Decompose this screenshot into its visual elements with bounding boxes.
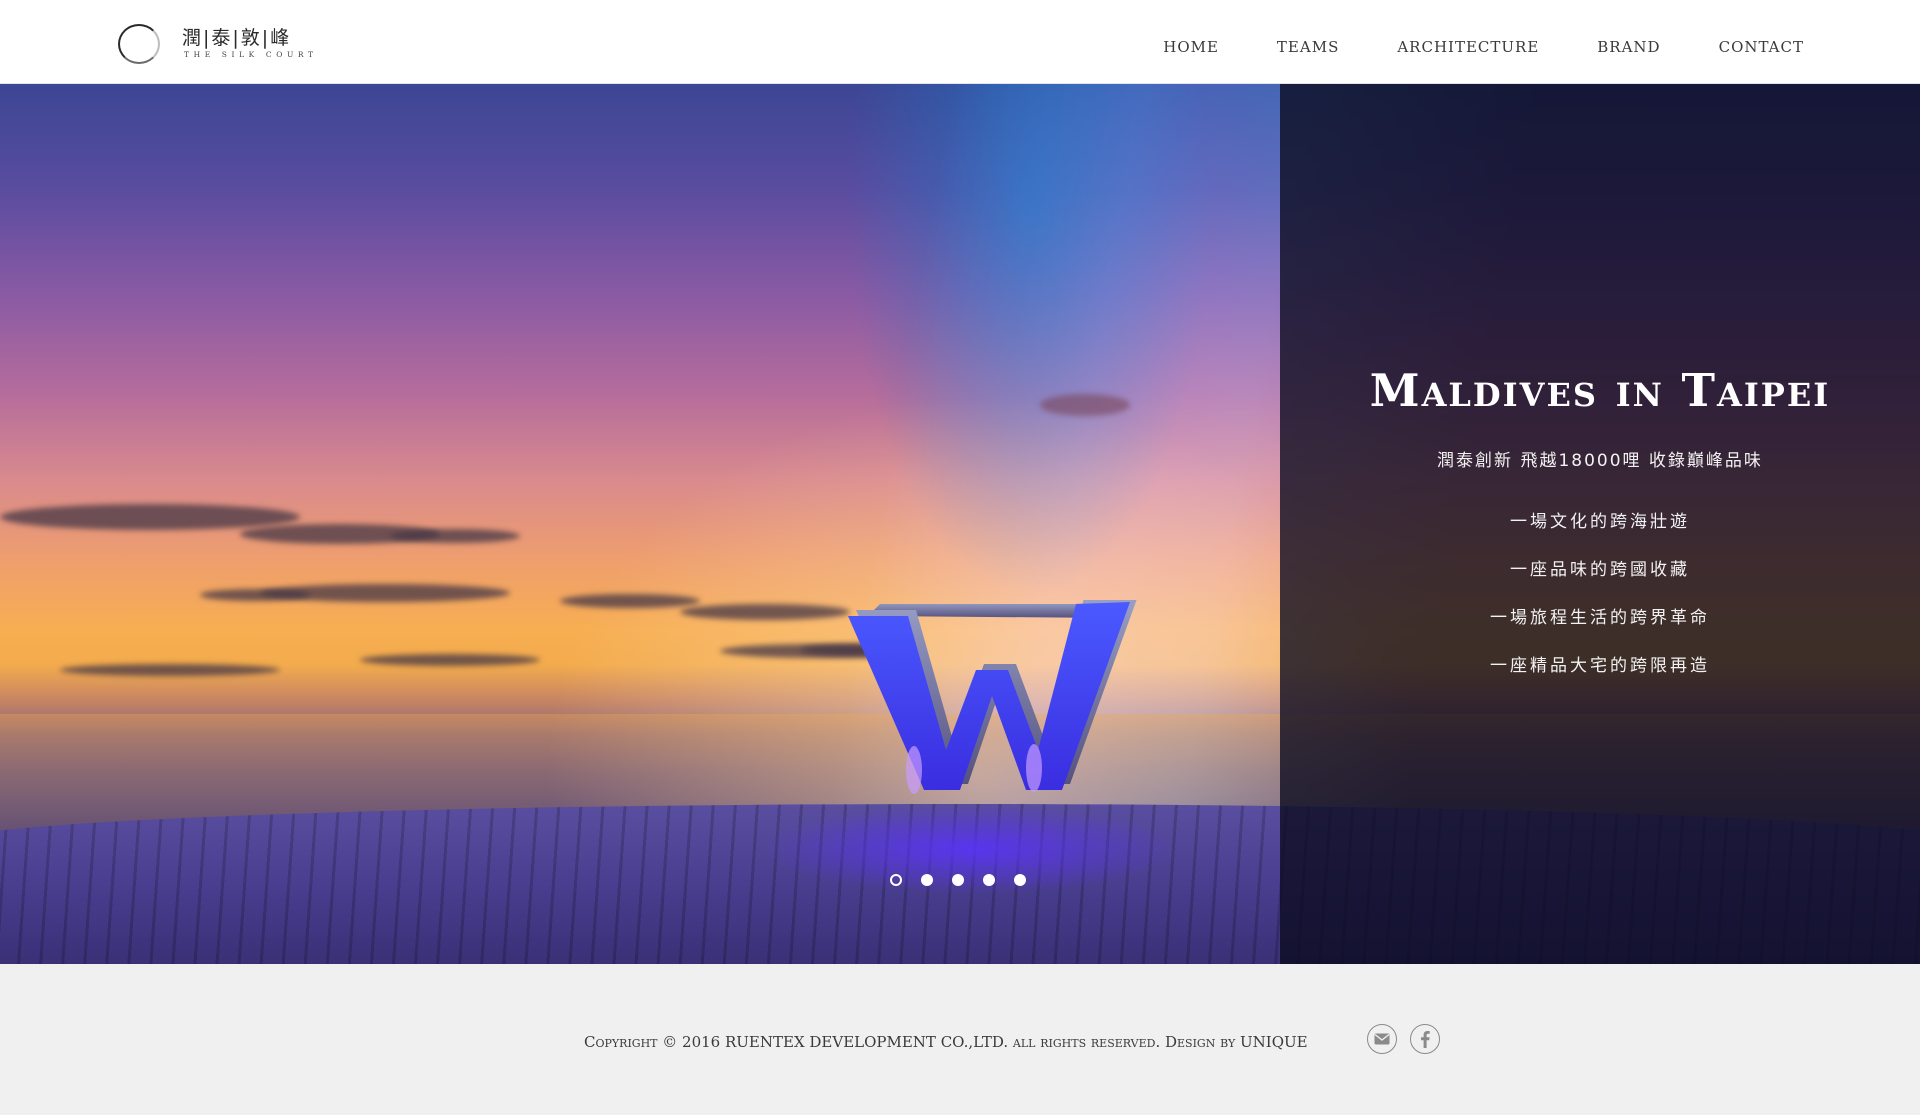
cloud	[1040, 394, 1130, 416]
slider-pagination	[890, 874, 1026, 886]
slider-dot-4[interactable]	[983, 874, 995, 886]
mail-icon[interactable]	[1367, 1024, 1397, 1054]
nav-teams[interactable]: TEAMS	[1277, 38, 1339, 56]
cloud	[200, 589, 310, 601]
slider-dot-5[interactable]	[1014, 874, 1026, 886]
cloud	[390, 529, 520, 543]
w-sculpture	[848, 600, 1137, 794]
copyright-text: Copyright © 2016 RUENTEX DEVELOPMENT CO.…	[584, 1033, 1308, 1051]
facebook-icon[interactable]	[1410, 1024, 1440, 1054]
hero-title: Maldives in Taipei	[1369, 364, 1831, 417]
site-footer: Copyright © 2016 RUENTEX DEVELOPMENT CO.…	[0, 964, 1920, 1115]
cloud	[680, 604, 850, 620]
nav-architecture[interactable]: ARCHITECTURE	[1397, 38, 1539, 56]
hero-line: 一場文化的跨海壯遊	[1510, 512, 1690, 532]
slider-dot-1[interactable]	[890, 874, 902, 886]
nav-contact[interactable]: CONTACT	[1719, 38, 1804, 56]
hero-line: 一座品味的跨國收藏	[1510, 560, 1690, 580]
cloud	[360, 654, 540, 666]
hero-lines: 一場文化的跨海壯遊 一座品味的跨國收藏 一場旅程生活的跨界革命 一座精品大宅的跨…	[1280, 498, 1920, 690]
logo[interactable]: 潤|泰|敦|峰 THE SILK COURT	[118, 22, 328, 66]
site-header: 潤|泰|敦|峰 THE SILK COURT HOME TEAMS ARCHIT…	[0, 0, 1920, 84]
hero-subtitle: 潤泰創新 飛越18000哩 收錄巔峰品味	[1437, 451, 1763, 471]
logo-chinese-text: 潤|泰|敦|峰	[182, 27, 292, 49]
cloud	[0, 504, 300, 530]
hero-line: 一場旅程生活的跨界革命	[1490, 608, 1710, 628]
main-nav: HOME TEAMS ARCHITECTURE BRAND CONTACT	[1163, 38, 1804, 56]
logo-ring-icon	[118, 24, 160, 64]
nav-brand[interactable]: BRAND	[1597, 38, 1660, 56]
hero-slider: Maldives in Taipei 潤泰創新 飛越18000哩 收錄巔峰品味 …	[0, 84, 1920, 964]
logo-english-text: THE SILK COURT	[184, 50, 318, 59]
nav-home[interactable]: HOME	[1163, 38, 1219, 56]
hero-line: 一座精品大宅的跨限再造	[1490, 656, 1710, 676]
slider-dot-3[interactable]	[952, 874, 964, 886]
cloud	[560, 594, 700, 608]
cloud	[60, 664, 280, 676]
slider-dot-2[interactable]	[921, 874, 933, 886]
